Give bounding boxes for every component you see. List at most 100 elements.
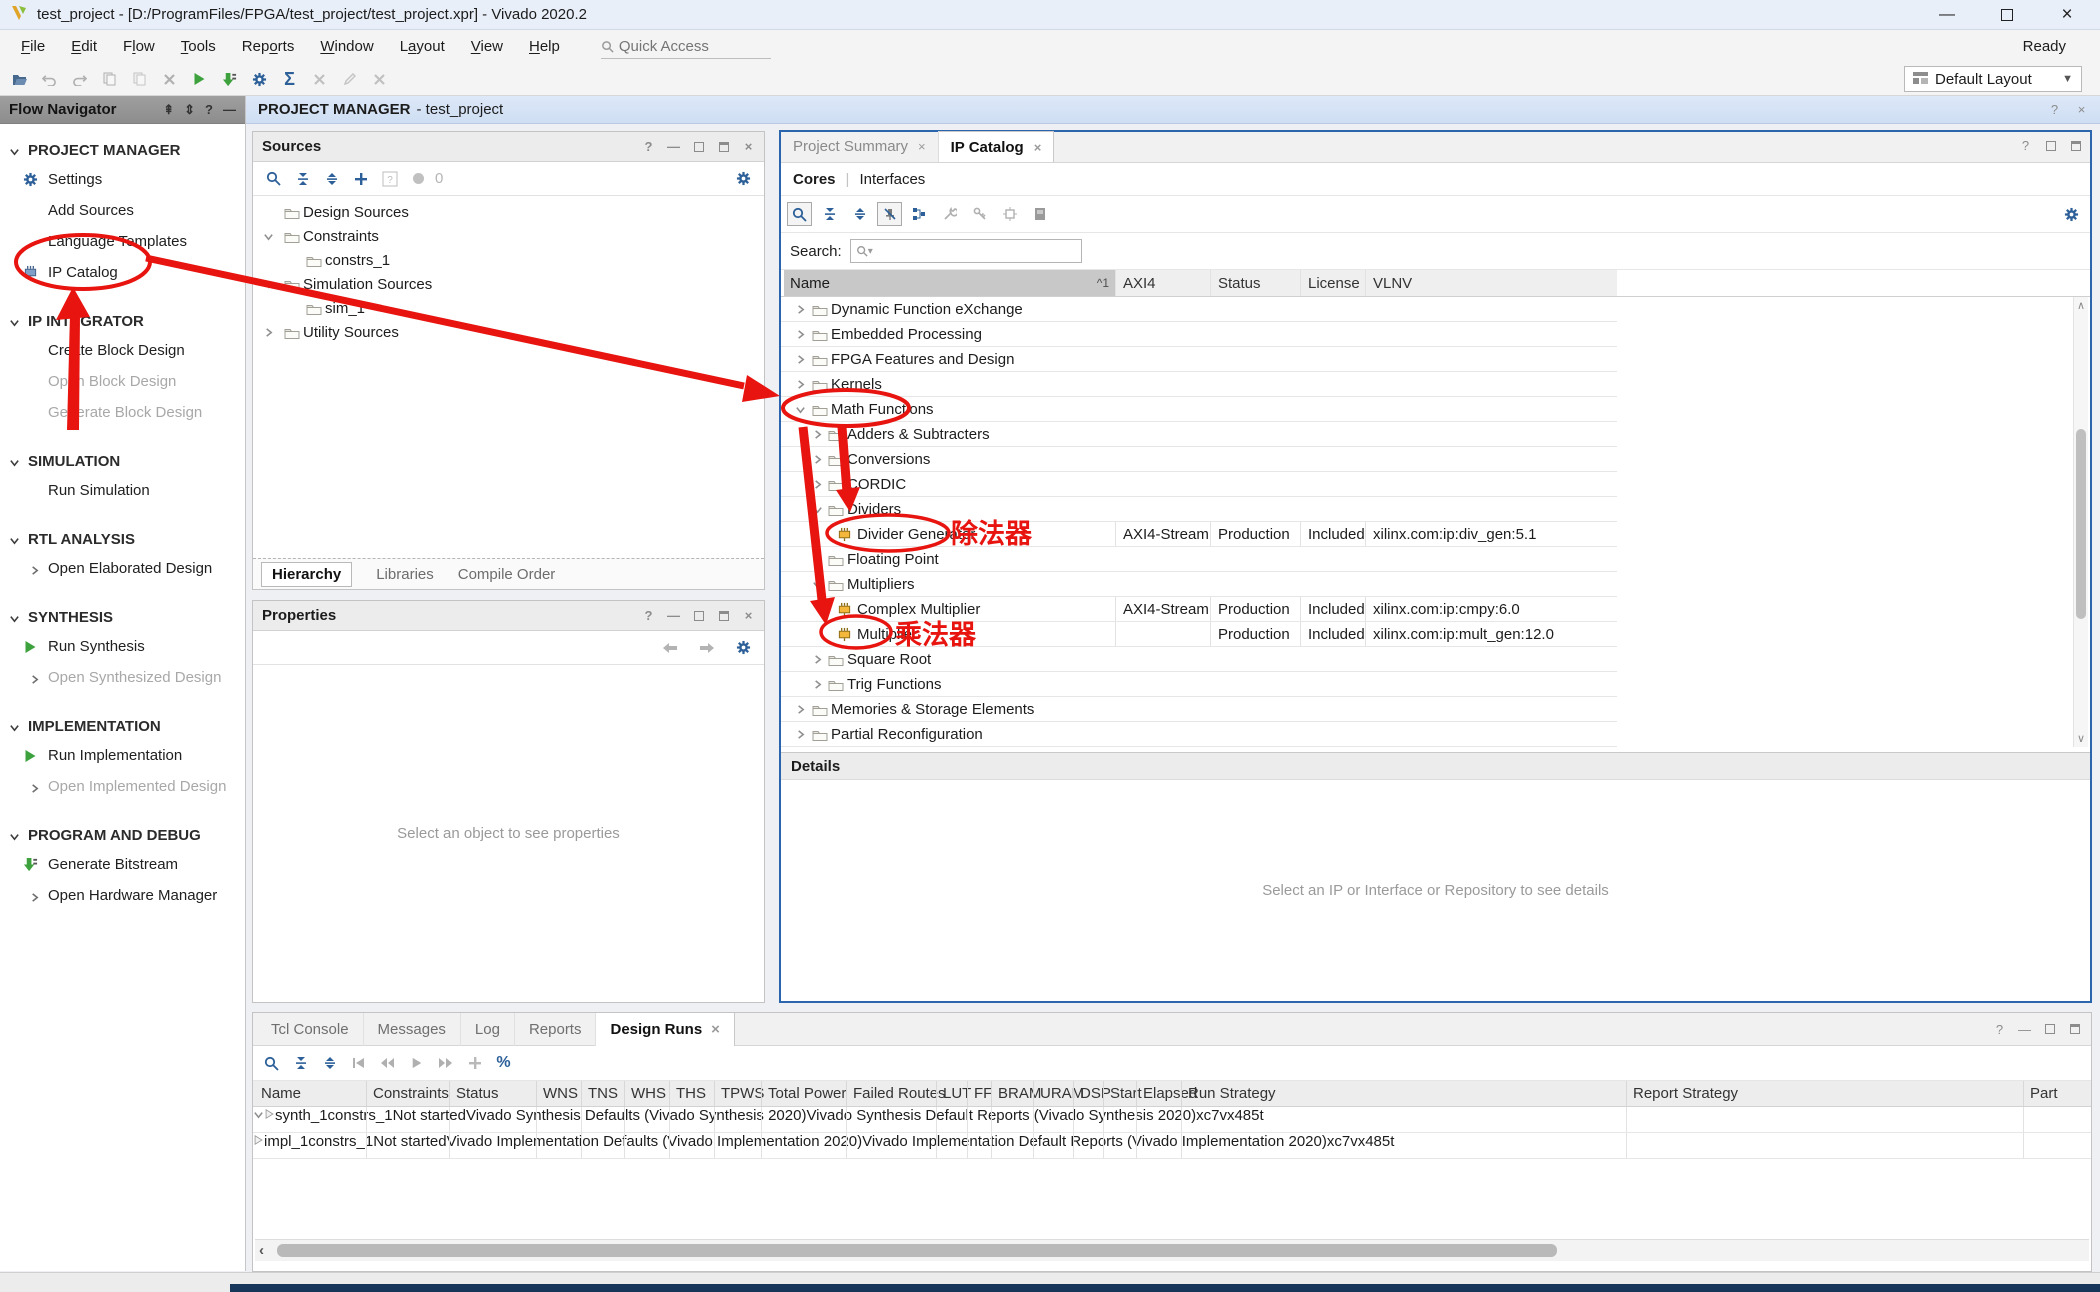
generate-bitstream-icon[interactable] — [216, 66, 243, 92]
add-sources-icon[interactable] — [348, 167, 373, 191]
hide-categories-icon[interactable] — [877, 202, 902, 226]
chevron-down-icon[interactable] — [263, 272, 274, 296]
layout-selector[interactable]: Default Layout ▼ — [1904, 66, 2082, 92]
flow-section-rtl-analysis[interactable]: RTL ANALYSIS — [0, 525, 245, 553]
tab-reports[interactable]: Reports — [515, 1013, 597, 1046]
column-header-ff[interactable]: FF — [974, 1081, 992, 1106]
ip-row-dynamic-function-exchange[interactable]: Dynamic Function eXchange — [781, 297, 2090, 322]
back-icon[interactable] — [657, 636, 682, 660]
menu-item-edit[interactable]: Edit — [58, 33, 110, 60]
tab-ip-catalog[interactable]: IP Catalog × — [939, 131, 1055, 162]
run-icon[interactable] — [186, 66, 213, 92]
flow-item-run-synthesis[interactable]: Run Synthesis — [0, 631, 245, 662]
flow-item-run-implementation[interactable]: Run Implementation — [0, 740, 245, 771]
menu-item-layout[interactable]: Layout — [387, 33, 458, 60]
column-header-whs[interactable]: WHS — [631, 1081, 666, 1106]
column-header-constraints[interactable]: Constraints — [373, 1081, 449, 1106]
close-panel-icon[interactable]: × — [742, 140, 755, 153]
scroll-left-icon[interactable]: ‹ — [259, 1242, 264, 1259]
menu-item-view[interactable]: View — [458, 33, 516, 60]
chevron-right-icon[interactable] — [795, 372, 806, 397]
collapse-all-icon[interactable] — [817, 202, 842, 226]
close-tab-icon[interactable]: × — [711, 1021, 720, 1038]
percent-icon[interactable]: % — [491, 1051, 516, 1075]
search-icon[interactable] — [787, 202, 812, 226]
column-header-vlnv[interactable]: VLNV — [1373, 270, 1412, 296]
chevron-down-icon[interactable] — [795, 397, 806, 422]
help-icon[interactable]: ? — [1993, 1023, 2006, 1036]
ip-row-adders-subtracters[interactable]: Adders & Subtracters — [781, 422, 2090, 447]
close-tab-icon[interactable]: × — [1034, 140, 1042, 155]
ip-row-dividers[interactable]: Dividers — [781, 497, 2090, 522]
ip-search-input[interactable] — [873, 243, 1076, 260]
maximize-panel-icon[interactable] — [2043, 1023, 2056, 1036]
open-recent-icon[interactable] — [6, 66, 33, 92]
chevron-down-icon[interactable] — [263, 224, 274, 248]
ip-row-complex-multiplier[interactable]: Complex MultiplierAXI4-StreamProductionI… — [781, 597, 2090, 622]
source-item-constrs-1[interactable]: constrs_1 — [253, 248, 764, 272]
chevron-right-icon[interactable] — [812, 422, 823, 447]
menu-item-window[interactable]: Window — [307, 33, 386, 60]
flow-item-open-implemented-design[interactable]: Open Implemented Design — [0, 771, 245, 802]
flow-item-generate-block-design[interactable]: Generate Block Design — [0, 397, 245, 428]
help-icon[interactable]: ? — [642, 140, 655, 153]
float-panel-icon[interactable] — [2068, 1023, 2081, 1036]
scrollbar-thumb[interactable] — [277, 1244, 1557, 1257]
source-item-design-sources[interactable]: Design Sources — [253, 200, 764, 224]
expand-all-icon[interactable] — [847, 202, 872, 226]
delete-icon[interactable] — [156, 66, 183, 92]
chevron-right-icon[interactable] — [812, 672, 823, 697]
create-run-icon[interactable] — [462, 1051, 487, 1075]
close-window-icon[interactable]: × — [2044, 3, 2090, 27]
tab-tcl-console[interactable]: Tcl Console — [257, 1013, 364, 1046]
menu-item-file[interactable]: File — [8, 33, 58, 60]
flow-item-create-block-design[interactable]: Create Block Design — [0, 335, 245, 366]
close-tab-icon[interactable]: × — [918, 139, 926, 154]
menu-item-flow[interactable]: Flow — [110, 33, 168, 60]
ip-row-embedded-processing[interactable]: Embedded Processing — [781, 322, 2090, 347]
settings-icon[interactable] — [246, 66, 273, 92]
minimize-panel-icon[interactable]: — — [223, 102, 236, 118]
ip-row-memories-storage-elements[interactable]: Memories & Storage Elements — [781, 697, 2090, 722]
menu-item-tools[interactable]: Tools — [168, 33, 229, 60]
flow-section-synthesis[interactable]: SYNTHESIS — [0, 603, 245, 631]
tab-libraries[interactable]: Libraries — [376, 566, 434, 583]
column-header-uram[interactable]: URAM — [1040, 1081, 1084, 1106]
column-header-name[interactable]: Name — [261, 1081, 301, 1106]
tab-hierarchy[interactable]: Hierarchy — [261, 562, 352, 587]
column-header-part[interactable]: Part — [2030, 1081, 2058, 1106]
expand-all-icon[interactable] — [319, 167, 344, 191]
chevron-right-icon[interactable] — [795, 697, 806, 722]
chevron-right-icon[interactable] — [795, 322, 806, 347]
maximize-panel-icon[interactable] — [692, 609, 705, 622]
ip-row-multipliers[interactable]: Multipliers — [781, 572, 2090, 597]
maximize-panel-icon[interactable] — [2044, 139, 2057, 152]
close-icon[interactable]: × — [2075, 103, 2088, 116]
gear-icon[interactable] — [731, 167, 756, 191]
edit-icon[interactable] — [336, 66, 363, 92]
scroll-down-icon[interactable]: ∨ — [2074, 732, 2088, 745]
flow-item-open-synthesized-design[interactable]: Open Synthesized Design — [0, 662, 245, 693]
reset-runs-icon[interactable] — [346, 1051, 371, 1075]
tab-interfaces[interactable]: Interfaces — [859, 171, 925, 188]
ip-row-multiplier[interactable]: MultiplierProductionIncludedxilinx.com:i… — [781, 622, 2090, 647]
minimize-panel-icon[interactable]: — — [2018, 1023, 2031, 1036]
minimize-panel-icon[interactable]: — — [667, 140, 680, 153]
minimize-window-icon[interactable]: — — [1924, 3, 1970, 27]
ip-row-floating-point[interactable]: Floating Point — [781, 547, 2090, 572]
float-panel-icon[interactable] — [717, 140, 730, 153]
maximize-panel-icon[interactable] — [692, 140, 705, 153]
cancel-run-icon[interactable] — [306, 66, 333, 92]
column-header-dsp[interactable]: DSP — [1080, 1081, 1111, 1106]
source-item-sim-1[interactable]: sim_1 — [253, 296, 764, 320]
column-header-tpws[interactable]: TPWS — [721, 1081, 764, 1106]
ip-row-partial-reconfiguration[interactable]: Partial Reconfiguration — [781, 722, 2090, 747]
tab-log[interactable]: Log — [461, 1013, 515, 1046]
scrollbar-thumb[interactable] — [2076, 429, 2086, 619]
license-icon[interactable] — [967, 202, 992, 226]
scroll-up-icon[interactable]: ∧ — [2074, 299, 2088, 312]
chevron-right-icon[interactable] — [812, 647, 823, 672]
tab-design-runs[interactable]: Design Runs × — [596, 1013, 734, 1046]
source-item-utility-sources[interactable]: Utility Sources — [253, 320, 764, 344]
step-forward-icon[interactable] — [433, 1051, 458, 1075]
